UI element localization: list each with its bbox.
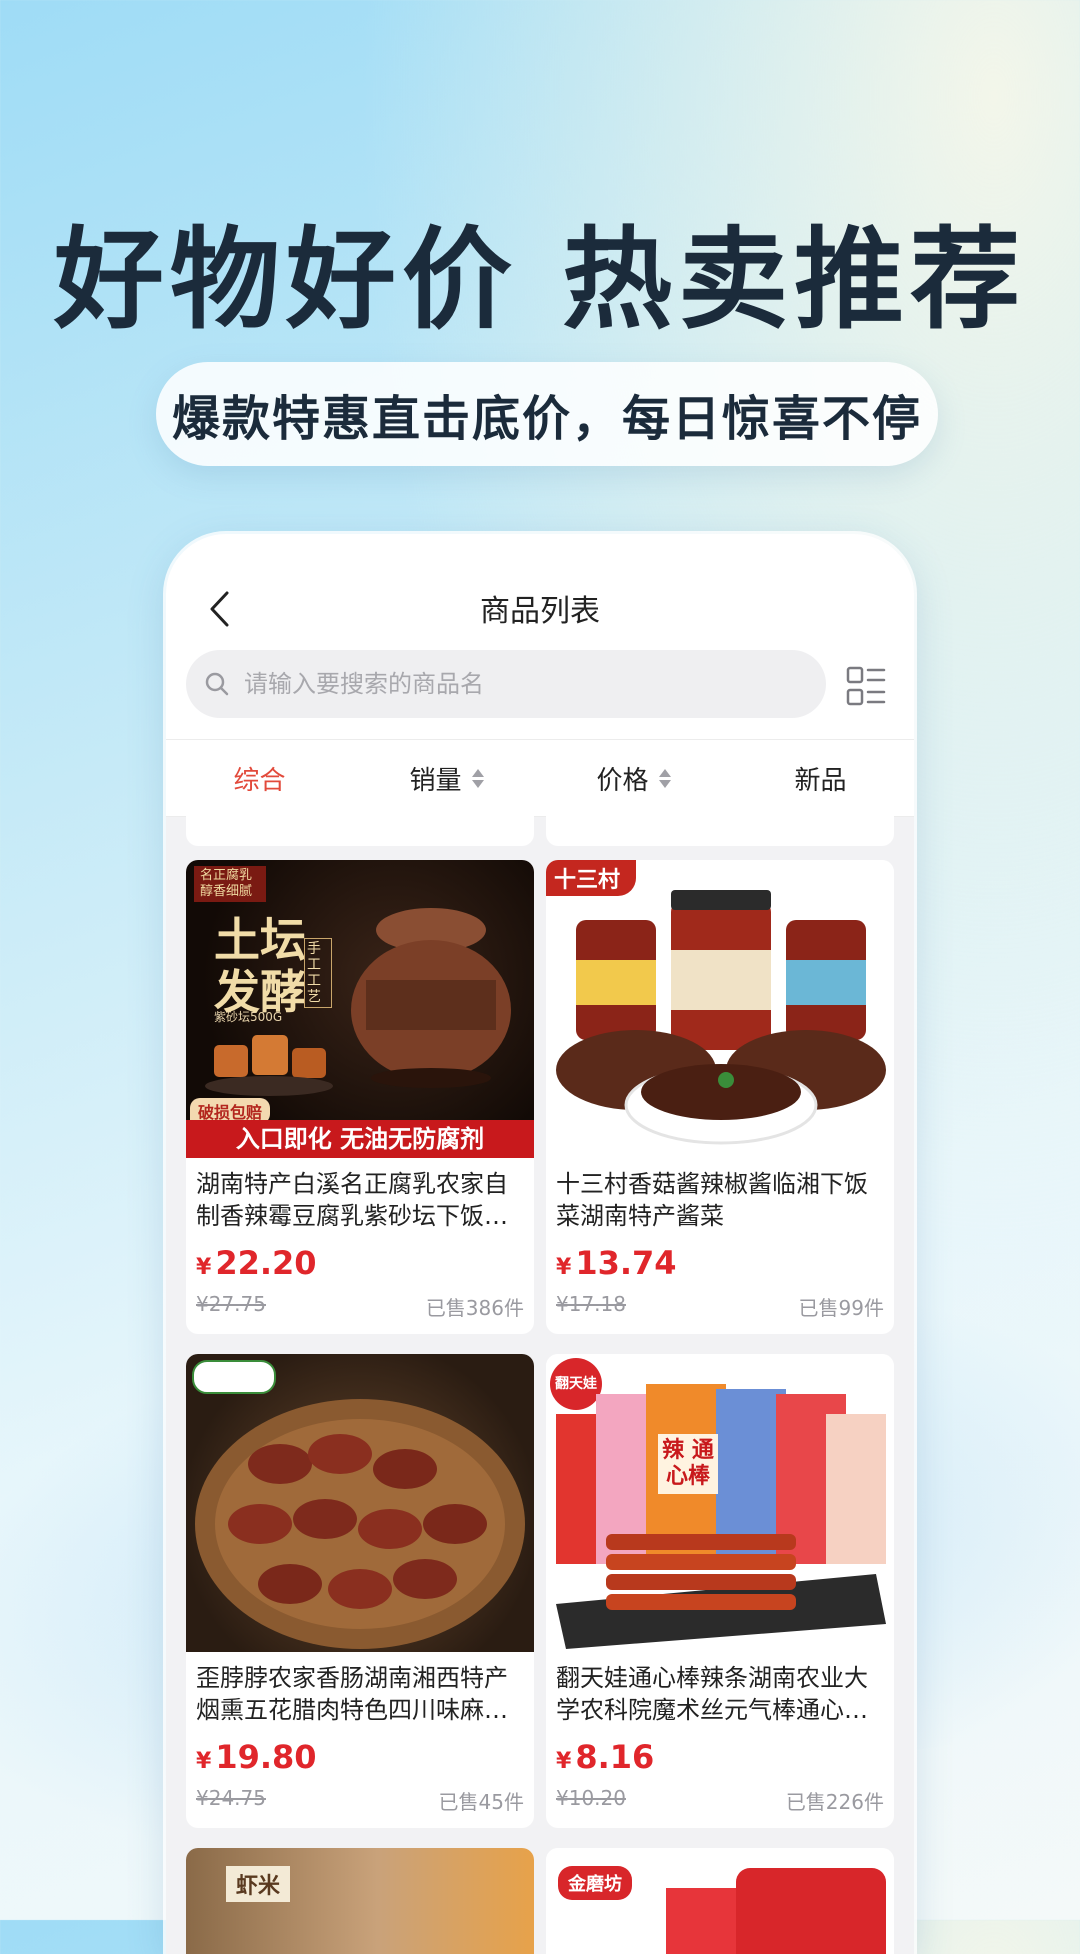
original-price: ¥17.18 [556, 1292, 626, 1316]
clay-jar-illustration [351, 908, 511, 1088]
page-title: 商品列表 [480, 594, 600, 629]
sold-count: 已售99件 [798, 1296, 884, 1320]
original-price: ¥10.20 [556, 1786, 626, 1810]
pack-shape [736, 1868, 886, 1954]
product-title: 湖南特产白溪名正腐乳农家自制香辣霉豆腐乳紫砂坛下饭… [196, 1170, 508, 1230]
filter-label: 价格 [596, 765, 649, 796]
sauce-jars-illustration [556, 890, 886, 1145]
product-title: 歪脖脖农家香肠湖南湘西特产烟熏五花腊肉特色四川味麻… [196, 1664, 508, 1724]
price-row: ¥ 19.80 [196, 1738, 524, 1776]
sold-count: 已售386件 [425, 1296, 524, 1320]
product-price: 22.20 [215, 1244, 317, 1282]
layout-toggle-button[interactable] [842, 662, 890, 710]
product-image: 名正腐乳 醇香细腻 土坛 发酵 手工工艺 紫砂坛500G 破损包赔 入口即化 无… [186, 860, 534, 1158]
top-bar: 商品列表 [166, 534, 914, 739]
product-card-partial[interactable]: 虾米 [186, 1848, 534, 1954]
sort-arrows-icon [471, 768, 484, 788]
sold-count: 已售226件 [785, 1790, 884, 1814]
image-label: 虾米 [226, 1866, 291, 1902]
filter-tab-comprehensive[interactable]: 综合 [166, 740, 353, 816]
product-card-partial[interactable] [186, 816, 534, 846]
price-row: ¥ 8.16 [556, 1738, 884, 1776]
original-price: ¥24.75 [196, 1786, 266, 1810]
sort-arrows-icon [658, 768, 671, 788]
image-pack-label: 辣 通心棒 [658, 1434, 718, 1494]
filter-label: 综合 [233, 765, 286, 796]
phone-mockup: 商品列表 综合 销量 [166, 534, 914, 1954]
sausage-plate-illustration [195, 1399, 525, 1649]
price-row: ¥ 13.74 [556, 1244, 884, 1282]
product-image: 十三村 [546, 860, 894, 1158]
product-title: 十三村香菇酱辣椒酱临湘下饭菜湖南特产酱菜 [556, 1170, 868, 1230]
product-card-partial[interactable]: 金磨坊 [546, 1848, 894, 1954]
product-image: 虾米 [186, 1848, 534, 1954]
product-image: 翻天娃 辣 通心棒 [546, 1354, 894, 1652]
product-price: 13.74 [575, 1244, 677, 1282]
product-card[interactable]: 名正腐乳 醇香细腻 土坛 发酵 手工工艺 紫砂坛500G 破损包赔 入口即化 无… [186, 860, 534, 1334]
meta-row: ¥17.18 已售99件 [556, 1292, 884, 1321]
meta-row: ¥10.20 已售226件 [556, 1786, 884, 1815]
image-badge: 名正腐乳 醇香细腻 [194, 866, 266, 902]
image-banner: 入口即化 无油无防腐剂 [186, 1120, 534, 1158]
product-title: 翻天娃通心棒辣条湖南农业大学农科院魔术丝元气棒通心… [556, 1664, 868, 1724]
search-input[interactable] [242, 669, 806, 699]
hero-subtitle-pill: 爆款特惠直击底价，每日惊喜不停 [156, 362, 938, 466]
original-price: ¥27.75 [196, 1292, 266, 1316]
hero-subtitle: 爆款特惠直击底价，每日惊喜不停 [171, 391, 922, 447]
snack-packs-illustration [556, 1384, 886, 1649]
currency-symbol: ¥ [556, 1255, 572, 1280]
meta-row: ¥27.75 已售386件 [196, 1292, 524, 1321]
meta-row: ¥24.75 已售45件 [196, 1786, 524, 1815]
product-image: 金磨坊 [546, 1848, 894, 1954]
list-layout-icon [846, 666, 886, 706]
hero-title: 好物好价 热卖推荐 [53, 216, 1027, 344]
filter-bar: 综合 销量 价格 新品 [166, 739, 914, 817]
product-image [186, 1354, 534, 1652]
search-box[interactable] [186, 650, 826, 718]
product-card-partial[interactable] [546, 816, 894, 846]
image-stamp: 手工工艺 [304, 938, 332, 1008]
tofu-cubes-illustration [205, 1035, 333, 1096]
product-price: 8.16 [575, 1738, 655, 1776]
currency-symbol: ¥ [556, 1749, 572, 1774]
filter-label: 销量 [409, 765, 462, 796]
image-label: 金磨坊 [558, 1866, 632, 1900]
price-row: ¥ 22.20 [196, 1244, 524, 1282]
search-icon [204, 671, 230, 697]
sold-count: 已售45件 [438, 1790, 524, 1814]
product-grid: 名正腐乳 醇香细腻 土坛 发酵 手工工艺 紫砂坛500G 破损包赔 入口即化 无… [166, 816, 914, 1954]
product-card[interactable]: 十三村 十三村香菇酱辣椒酱临湘下饭菜湖南特产酱菜 ¥ 13.74 ¥17.18 … [546, 860, 894, 1334]
filter-tab-sales[interactable]: 销量 [353, 740, 540, 816]
filter-tab-price[interactable]: 价格 [540, 740, 727, 816]
product-card[interactable]: 歪脖脖农家香肠湖南湘西特产烟熏五花腊肉特色四川味麻… ¥ 19.80 ¥24.7… [186, 1354, 534, 1828]
currency-symbol: ¥ [196, 1255, 212, 1280]
product-price: 19.80 [215, 1738, 317, 1776]
filter-tab-new[interactable]: 新品 [727, 740, 914, 816]
currency-symbol: ¥ [196, 1749, 212, 1774]
filter-label: 新品 [794, 765, 847, 796]
product-card[interactable]: 翻天娃 辣 通心棒 翻天娃通心棒辣条湖南农业大学农科院魔术丝元气棒通心… ¥ 8… [546, 1354, 894, 1828]
